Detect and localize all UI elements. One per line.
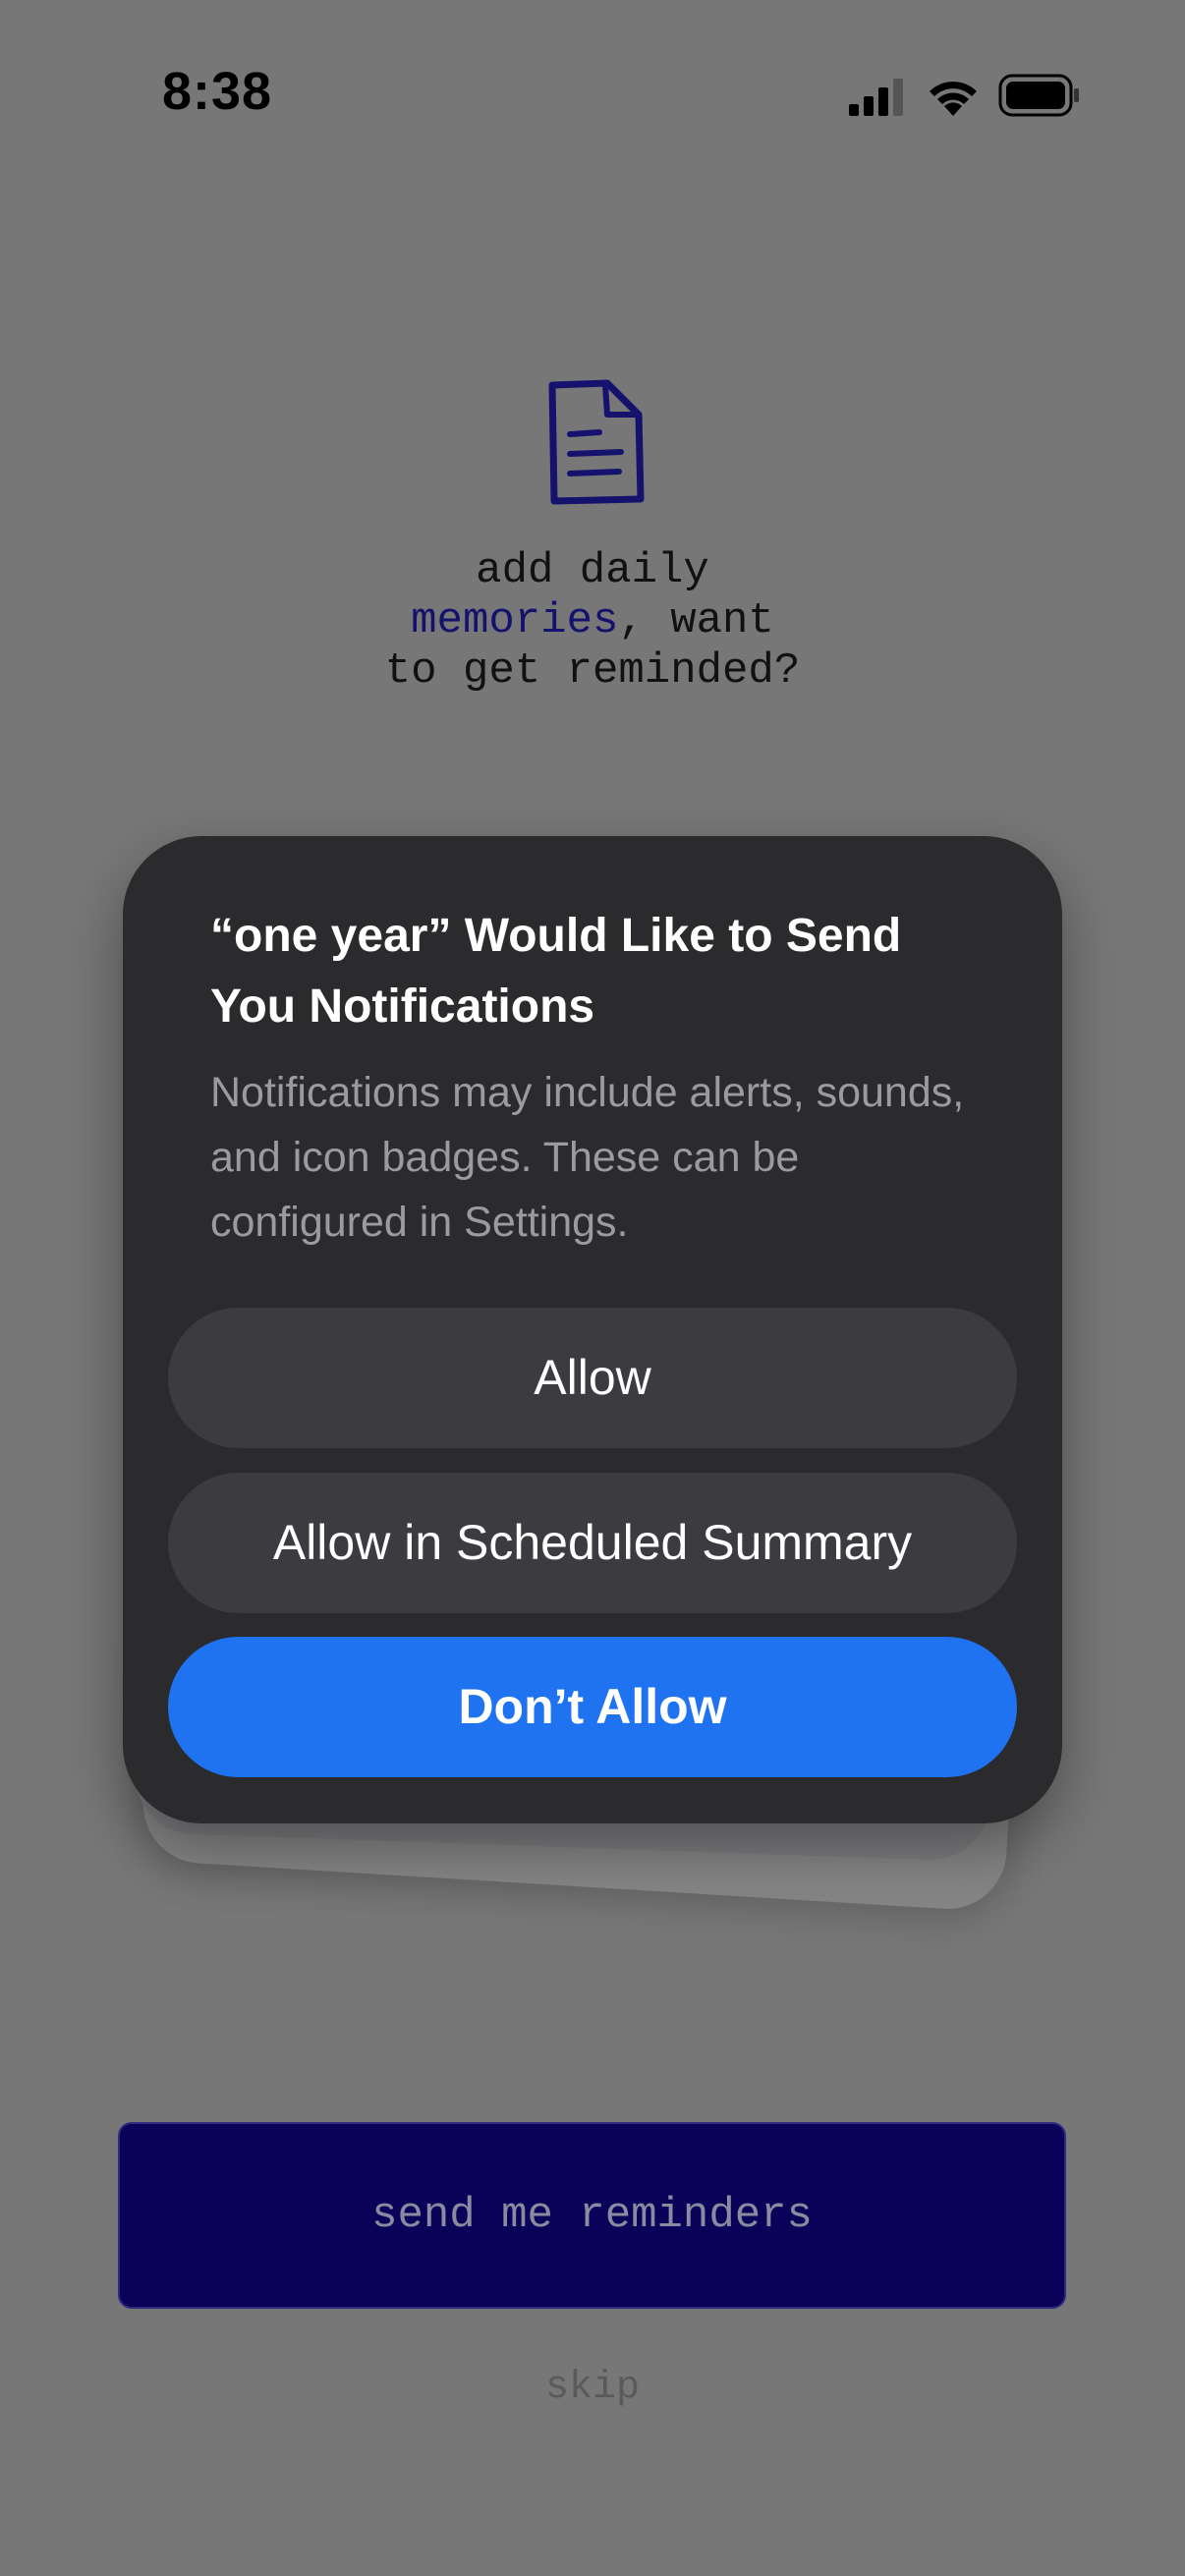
send-reminders-button[interactable]: send me reminders — [118, 2122, 1066, 2309]
alert-message: Notifications may include alerts, sounds… — [210, 1069, 965, 1246]
notification-permission-alert: “one year” Would Like to Send You Notifi… — [123, 836, 1062, 1823]
prompt-accent-word: memories — [411, 596, 619, 645]
battery-icon — [998, 74, 1079, 117]
signal-icon — [849, 79, 903, 116]
allow-scheduled-summary-button[interactable]: Allow in Scheduled Summary — [168, 1473, 1017, 1613]
prompt-line-2-rest: , want — [618, 596, 774, 645]
wifi-icon — [930, 82, 977, 116]
document-icon — [548, 379, 645, 505]
prompt-line-3: to get reminded? — [384, 646, 801, 696]
alert-title: “one year” Would Like to Send You Notifi… — [210, 910, 902, 1033]
prompt-line-1: add daily — [476, 546, 709, 595]
reminder-prompt: add daily memories, want to get reminded… — [298, 546, 887, 697]
status-bar: 8:38 — [0, 0, 1185, 196]
prompt-line-2: memories, want — [298, 596, 887, 646]
dont-allow-button[interactable]: Don’t Allow — [168, 1637, 1017, 1777]
status-time: 8:38 — [162, 62, 273, 121]
skip-link[interactable]: skip — [494, 2366, 691, 2410]
allow-button[interactable]: Allow — [168, 1308, 1017, 1448]
